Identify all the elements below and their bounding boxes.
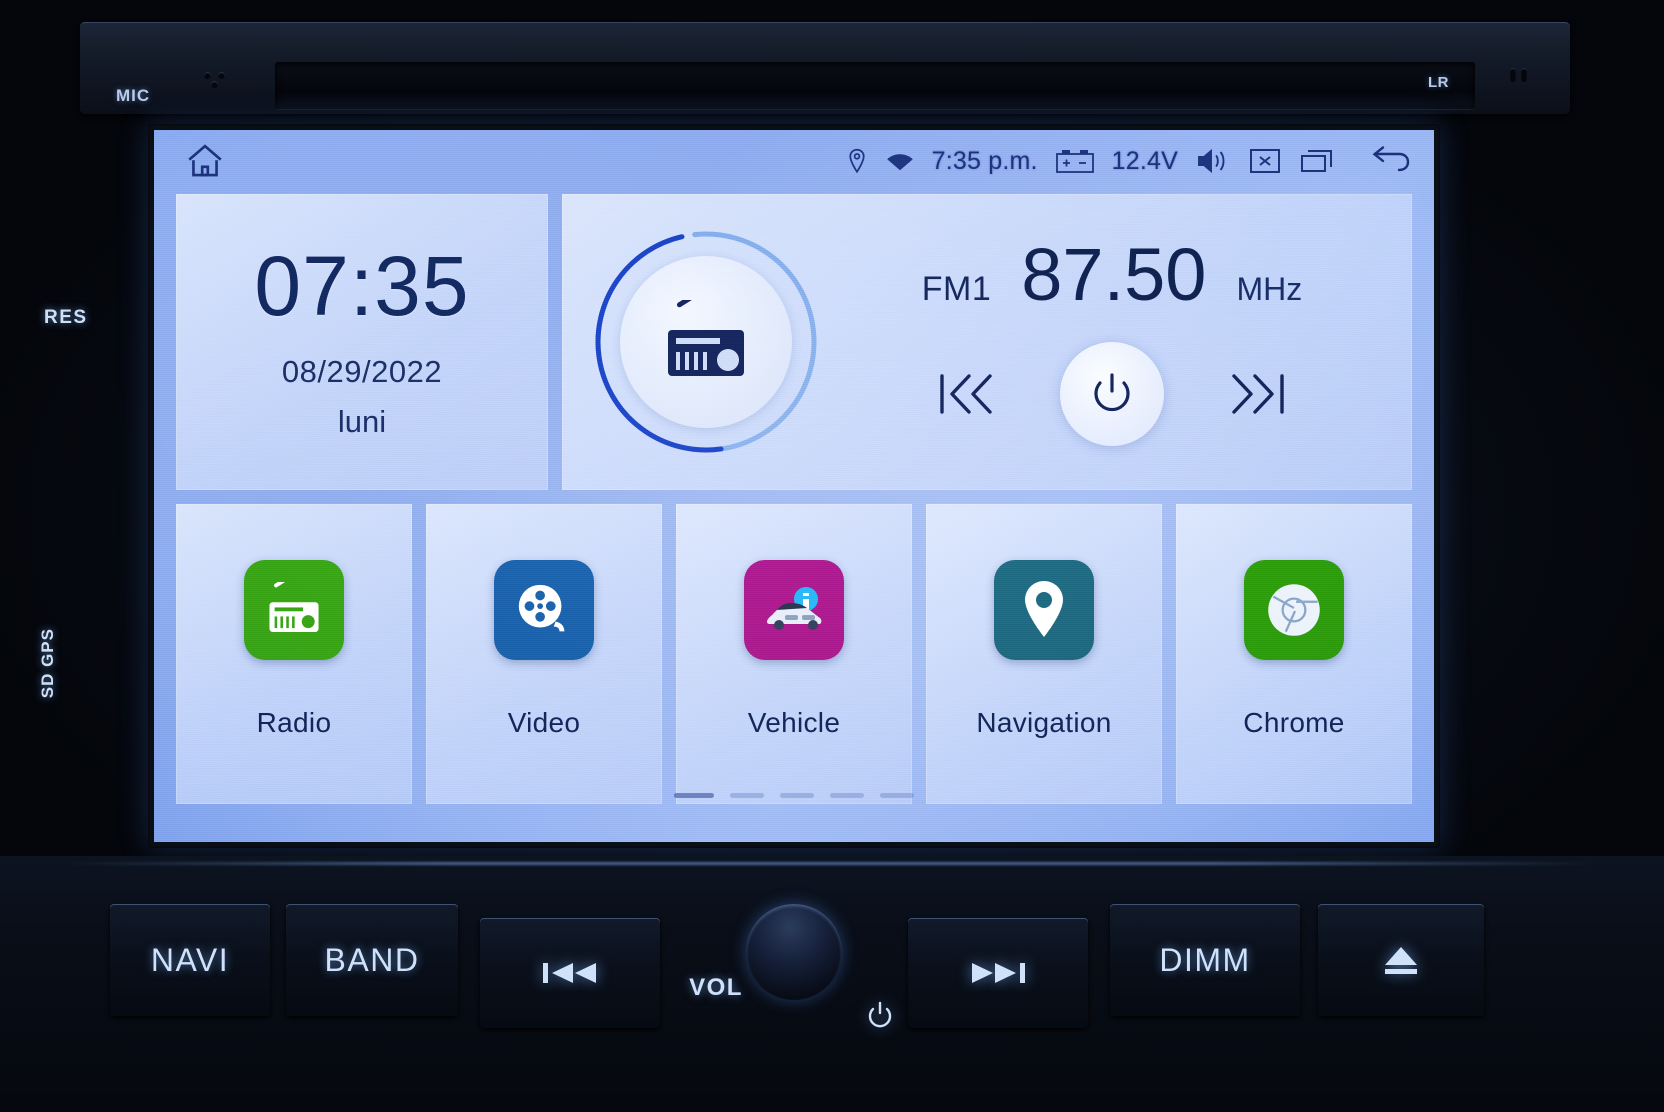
app-shortcut-row: Radio Video Vehicle Navigation Chrome xyxy=(176,504,1412,804)
eject-icon xyxy=(1380,943,1422,977)
panel-highlight xyxy=(60,862,1600,865)
app-label: Navigation xyxy=(976,707,1112,738)
page-dot[interactable] xyxy=(730,793,764,798)
recent-apps-icon[interactable] xyxy=(1299,146,1335,176)
radio-widget[interactable]: FM1 87.50 MHz xyxy=(562,194,1412,490)
dimm-button[interactable]: DIMM xyxy=(1110,904,1300,1016)
microphone-holes xyxy=(204,72,244,88)
page-dot[interactable] xyxy=(830,793,864,798)
app-label: Video xyxy=(507,707,581,738)
clock-widget[interactable]: 07:35 08/29/2022 luni xyxy=(176,194,548,490)
car-battery-icon xyxy=(1055,147,1095,175)
chrome-icon xyxy=(1244,560,1344,660)
clock-weekday: luni xyxy=(337,404,387,439)
track-previous-icon xyxy=(541,956,599,990)
radio-frequency-unit: MHz xyxy=(1236,271,1303,307)
map-pin-icon xyxy=(994,560,1094,660)
lr-label: LR xyxy=(1428,74,1449,91)
power-icon xyxy=(865,1000,895,1030)
home-icon[interactable] xyxy=(174,140,236,182)
skip-next-icon[interactable] xyxy=(1228,368,1290,420)
radio-power-button[interactable] xyxy=(1060,342,1164,446)
app-tile-navigation[interactable]: Navigation xyxy=(926,504,1162,804)
clock-date: 08/29/2022 xyxy=(281,354,443,389)
lcd-bezel: 7:35 p.m. 12.4V 07:35 08/29/2022 luni FM… xyxy=(148,124,1440,848)
back-arrow-icon[interactable] xyxy=(1366,144,1414,178)
navi-button[interactable]: NAVI xyxy=(110,904,270,1016)
status-bar: 7:35 p.m. 12.4V xyxy=(154,130,1434,192)
app-tile-vehicle[interactable]: Vehicle xyxy=(676,504,912,804)
track-next-icon xyxy=(969,956,1027,990)
eject-button[interactable] xyxy=(1318,904,1484,1016)
wifi-icon xyxy=(885,149,915,173)
track-next-button[interactable] xyxy=(908,918,1088,1028)
band-button[interactable]: BAND xyxy=(286,904,458,1016)
app-tile-radio[interactable]: Radio xyxy=(176,504,412,804)
page-dot[interactable] xyxy=(880,793,914,798)
control-panel: NAVI BAND DIMM xyxy=(0,856,1664,1112)
head-unit-device: MIC LR RES SD GPS 7:35 p.m. 12.4V 07:35 … xyxy=(0,0,1664,1112)
status-time: 7:35 p.m. xyxy=(931,146,1038,175)
app-label: Chrome xyxy=(1243,707,1345,738)
volume-label: VOL xyxy=(689,974,743,1001)
radio-frequency: 87.50 xyxy=(1021,233,1207,316)
mic-label: MIC xyxy=(116,86,151,105)
touchscreen[interactable]: 7:35 p.m. 12.4V 07:35 08/29/2022 luni FM… xyxy=(154,130,1434,842)
car-info-icon xyxy=(744,560,844,660)
battery-voltage: 12.4V xyxy=(1111,146,1178,175)
power-button[interactable] xyxy=(860,995,900,1035)
close-box-icon[interactable] xyxy=(1248,146,1282,176)
radio-dial[interactable] xyxy=(588,224,824,460)
radio-icon xyxy=(620,256,792,428)
home-content: 07:35 08/29/2022 luni FM1 87.50 MHz Radi… xyxy=(154,192,1434,804)
top-bezel-trim xyxy=(80,22,1570,114)
page-dot[interactable] xyxy=(780,793,814,798)
location-pin-icon xyxy=(846,148,868,174)
sd-gps-label: SD GPS xyxy=(38,628,57,699)
page-dot[interactable] xyxy=(674,793,714,798)
app-tile-video[interactable]: Video xyxy=(426,504,662,804)
page-indicator[interactable] xyxy=(154,793,1434,798)
app-tile-chrome[interactable]: Chrome xyxy=(1176,504,1412,804)
radio-band: FM1 xyxy=(921,270,992,308)
lr-indicator-holes xyxy=(1510,68,1536,86)
clock-time: 07:35 xyxy=(254,239,470,333)
cd-slot[interactable] xyxy=(275,62,1475,110)
app-label: Radio xyxy=(256,707,332,738)
reset-label: RES xyxy=(44,307,88,328)
speaker-volume-icon[interactable] xyxy=(1195,146,1231,176)
track-previous-button[interactable] xyxy=(480,918,660,1028)
skip-previous-icon[interactable] xyxy=(934,368,996,420)
radio-app-icon xyxy=(244,560,344,660)
film-reel-icon xyxy=(494,560,594,660)
app-label: Vehicle xyxy=(747,707,841,738)
